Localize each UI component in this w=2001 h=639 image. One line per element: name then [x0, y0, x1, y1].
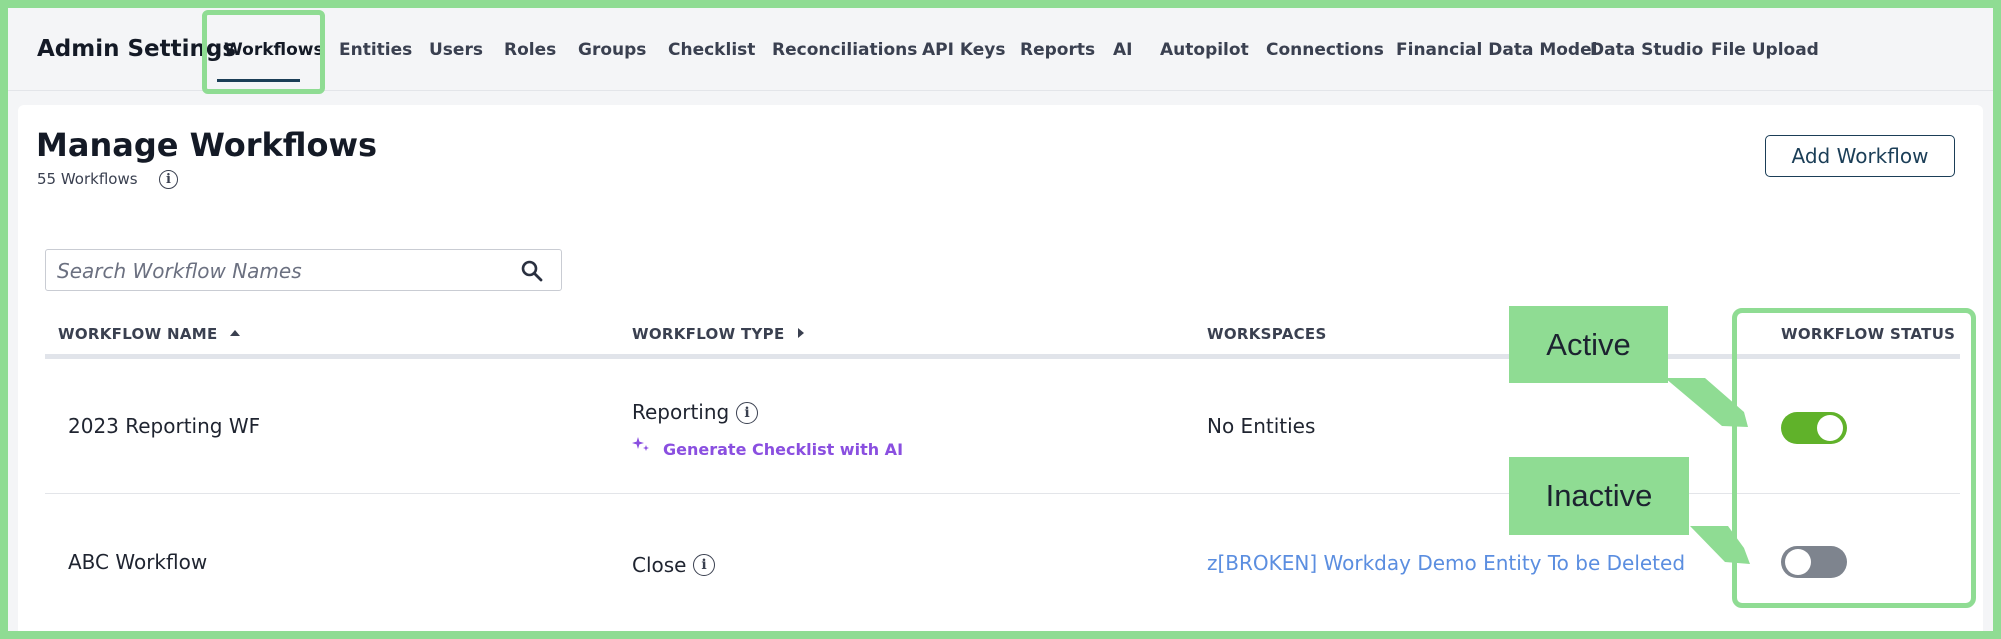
- callout-active: Active: [1509, 306, 1668, 383]
- callout-inactive: Inactive: [1509, 457, 1689, 535]
- callout-arrows: [1665, 378, 1750, 564]
